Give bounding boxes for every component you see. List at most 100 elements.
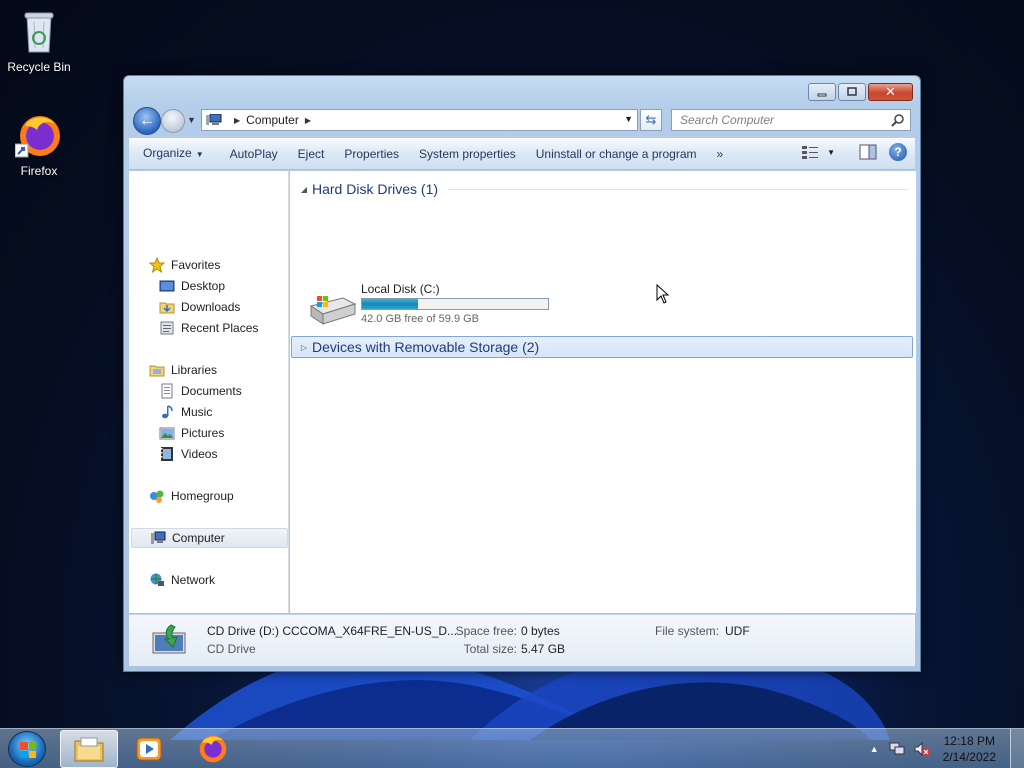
nav-label: Pictures xyxy=(181,426,225,440)
windows-logo-icon xyxy=(20,742,36,758)
desktop-icon-label: Firefox xyxy=(20,164,58,178)
autoplay-button[interactable]: AutoPlay xyxy=(220,139,288,169)
nav-label: Desktop xyxy=(181,279,226,293)
drive-free-space: 42.0 GB free of 59.9 GB xyxy=(361,313,480,325)
command-bar: Organize ▼ AutoPlay Eject Properties Syst… xyxy=(129,138,915,170)
media-player-icon xyxy=(136,737,162,761)
homegroup-icon xyxy=(150,490,164,503)
back-arrow-icon: ← xyxy=(139,112,155,129)
nav-label: Favorites xyxy=(171,258,221,272)
downloads-folder-icon xyxy=(159,302,175,314)
drive-name: Local Disk (C:) xyxy=(361,282,440,296)
taskbar-firefox-button[interactable] xyxy=(184,730,242,768)
clock-date: 2/14/2022 xyxy=(942,750,996,764)
firefox-icon xyxy=(14,112,63,160)
clock-time: 12:18 PM xyxy=(943,734,995,748)
window-caption-buttons: ✕ xyxy=(808,83,913,101)
desktop-folder-icon xyxy=(159,280,175,292)
file-explorer-icon xyxy=(74,737,104,762)
breadcrumb-separator-icon[interactable]: ▶ xyxy=(234,116,240,125)
expand-triangle-icon[interactable]: ▷ xyxy=(296,343,312,352)
address-dropdown-icon[interactable]: ▼ xyxy=(624,114,633,124)
eject-button[interactable]: Eject xyxy=(288,139,335,169)
show-hidden-icons-button[interactable]: ▲ xyxy=(870,744,879,754)
nav-homegroup[interactable]: Homegroup xyxy=(149,486,306,506)
refresh-icon: ⇆ xyxy=(645,112,657,127)
desktop-icon-firefox[interactable]: Firefox xyxy=(0,112,79,178)
desktop-icon-recycle-bin[interactable]: Recycle Bin xyxy=(0,8,79,74)
nav-label: Downloads xyxy=(181,300,241,314)
view-options-icon xyxy=(802,146,819,159)
maximize-button[interactable] xyxy=(838,83,866,101)
address-bar[interactable]: ▶ Computer ▶ ▼ xyxy=(201,109,638,131)
nav-label: Computer xyxy=(172,531,225,545)
network-status-icon[interactable] xyxy=(889,741,907,757)
music-note-icon xyxy=(162,405,173,419)
search-input[interactable]: Search Computer xyxy=(671,109,911,131)
recent-places-icon xyxy=(160,321,174,335)
forward-button[interactable] xyxy=(161,109,185,133)
properties-button[interactable]: Properties xyxy=(334,139,409,169)
recycle-bin-icon xyxy=(15,8,63,56)
details-title: CD Drive (D:) CCCOMA_X64FRE_EN-US_D... xyxy=(207,624,457,638)
collapse-triangle-icon[interactable]: ◢ xyxy=(296,185,312,194)
preview-pane-icon[interactable] xyxy=(859,144,877,160)
system-tray: ▲ 12:18 PM 2/14/2022 xyxy=(870,729,1024,768)
search-icon[interactable] xyxy=(891,113,905,127)
address-row: ← ▼ ▶ Computer ▶ ▼ ⇆ Search Computer xyxy=(131,107,913,135)
nav-label: Network xyxy=(171,573,216,587)
star-icon xyxy=(149,257,165,273)
taskbar: ▲ 12:18 PM 2/14/2022 xyxy=(0,728,1024,768)
group-removable-storage[interactable]: ▷ Devices with Removable Storage (2) xyxy=(291,336,913,358)
nav-network[interactable]: Network xyxy=(149,570,306,590)
taskbar-explorer-button[interactable] xyxy=(60,730,118,768)
nav-label: Documents xyxy=(181,384,242,398)
file-system-value: UDF xyxy=(725,624,750,638)
recent-pages-dropdown[interactable]: ▼ xyxy=(187,115,196,125)
volume-muted-icon[interactable] xyxy=(913,741,931,757)
close-icon: ✕ xyxy=(885,84,896,99)
breadcrumb-separator-icon[interactable]: ▶ xyxy=(305,116,311,125)
more-commands-button[interactable]: » xyxy=(707,139,734,169)
drive-usage-fill xyxy=(362,299,418,309)
file-system-label: File system: xyxy=(654,624,719,638)
uninstall-program-button[interactable]: Uninstall or change a program xyxy=(526,139,707,169)
total-size-label: Total size: xyxy=(463,642,517,656)
change-view-button[interactable]: ▼ xyxy=(801,144,835,160)
group-hard-disk-drives[interactable]: ◢ Hard Disk Drives (1) xyxy=(292,178,914,200)
show-desktop-button[interactable] xyxy=(1010,729,1024,768)
chevron-down-icon[interactable]: ▼ xyxy=(827,148,835,157)
desktop-icon-label: Recycle Bin xyxy=(7,60,71,74)
nav-label: Libraries xyxy=(171,363,218,377)
nav-computer[interactable]: Computer xyxy=(131,528,288,548)
explorer-window: ✕ ← ▼ ▶ Computer ▶ ▼ ⇆ Search Computer O… xyxy=(123,75,921,672)
taskbar-media-player-button[interactable] xyxy=(120,730,178,768)
content-pane: ◢ Hard Disk Drives (1) Local Disk (C:) 4… xyxy=(290,171,916,613)
help-icon[interactable]: ? xyxy=(889,143,907,161)
nav-libraries[interactable]: Libraries xyxy=(149,360,306,380)
drive-usage-bar xyxy=(361,298,549,310)
group-title: Devices with Removable Storage (2) xyxy=(312,339,540,355)
nav-label: Music xyxy=(181,405,213,419)
back-button[interactable]: ← xyxy=(133,107,161,135)
nav-label: Videos xyxy=(181,447,218,461)
close-button[interactable]: ✕ xyxy=(868,83,913,101)
organize-menu[interactable]: Organize ▼ xyxy=(133,138,214,170)
search-placeholder: Search Computer xyxy=(680,113,775,127)
space-free-label: Space free: xyxy=(455,624,517,638)
firefox-icon xyxy=(199,735,227,763)
navigation-pane: Favorites Desktop Downloads Recent Place… xyxy=(129,171,289,613)
nav-favorites[interactable]: Favorites xyxy=(149,255,306,275)
nav-label: Recent Places xyxy=(181,321,259,335)
refresh-button[interactable]: ⇆ xyxy=(640,109,662,131)
nav-label: Homegroup xyxy=(171,489,234,503)
minimize-button[interactable] xyxy=(808,83,836,101)
clock[interactable]: 12:18 PM 2/14/2022 xyxy=(943,733,996,765)
breadcrumb-computer[interactable]: Computer xyxy=(246,113,299,127)
start-button[interactable] xyxy=(8,731,46,767)
cd-drive-icon xyxy=(152,624,186,654)
chevron-down-icon: ▼ xyxy=(195,150,204,159)
group-divider xyxy=(549,346,906,348)
organize-label: Organize xyxy=(143,146,192,160)
system-properties-button[interactable]: System properties xyxy=(409,139,526,169)
